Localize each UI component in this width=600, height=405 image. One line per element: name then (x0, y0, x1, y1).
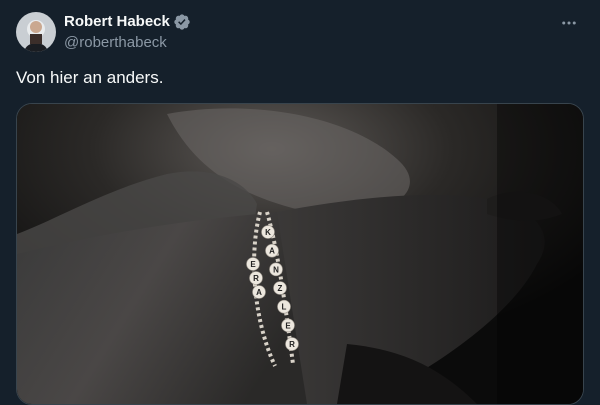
bracelet-letter-bottom-0: E (250, 260, 256, 269)
bracelet-letter-top-2: N (273, 265, 279, 274)
tweet-text: Von hier an anders. (16, 68, 164, 87)
bracelet-photo: KANZLER ERA (17, 104, 583, 404)
tweet-media-photo[interactable]: KANZLER ERA (16, 103, 584, 405)
bracelet-letter-top-5: E (285, 321, 291, 330)
bracelet-letter-top-3: Z (278, 284, 283, 293)
more-options-button[interactable] (558, 12, 580, 34)
bracelet-letter-bottom-2: A (256, 288, 262, 297)
verified-badge-icon (173, 13, 191, 31)
author-info: Robert Habeck @roberthabeck (64, 12, 191, 53)
more-options-icon (562, 21, 576, 25)
bracelet-letter-top-1: A (269, 247, 275, 256)
bracelet-letter-top-6: R (289, 340, 295, 349)
author-handle[interactable]: @roberthabeck (64, 33, 191, 53)
author-display-name[interactable]: Robert Habeck (64, 12, 170, 32)
bracelet-letter-top-4: L (282, 303, 287, 312)
bracelet-letter-bottom-1: R (253, 274, 259, 283)
bracelet-letter-top-0: K (265, 228, 271, 237)
profile-photo-icon (16, 12, 56, 52)
author-name-row: Robert Habeck (64, 12, 191, 32)
tweet[interactable]: Robert Habeck @roberthabeck Von hier an … (0, 0, 600, 405)
author-avatar[interactable] (16, 12, 56, 52)
